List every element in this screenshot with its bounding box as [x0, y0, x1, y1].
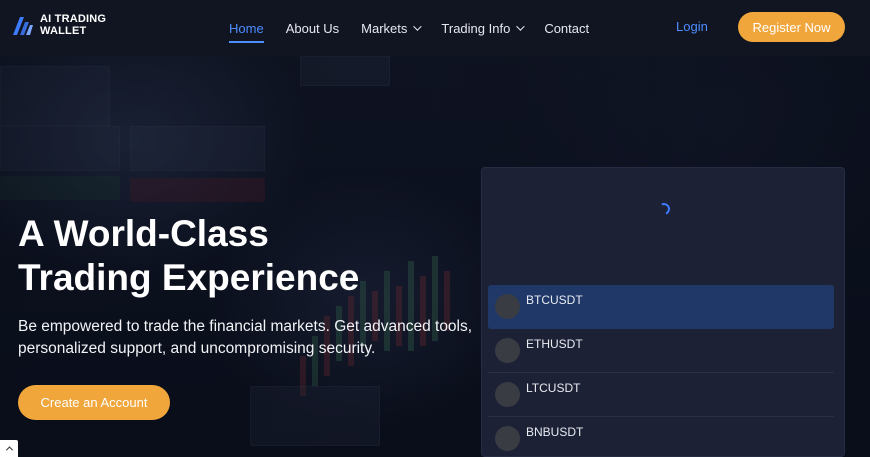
main-nav: Home About Us Markets Trading Info Conta… — [229, 0, 611, 56]
chevron-down-icon — [516, 22, 525, 31]
ticker-row[interactable]: BTCUSDT — [488, 285, 834, 329]
chevron-up-icon — [5, 446, 13, 454]
ticker-symbol: BNBUSDT — [526, 425, 584, 439]
logo-mark-icon — [12, 14, 34, 36]
coin-avatar — [495, 426, 520, 451]
nav-trading-info-label: Trading Info — [441, 20, 511, 36]
hero-subtitle: Be empowered to trade the financial mark… — [18, 318, 473, 357]
brand-name: AI TRADING WALLET — [40, 13, 106, 37]
chevron-down-icon — [413, 22, 423, 31]
coin-avatar — [495, 294, 520, 319]
ticker-row[interactable]: LTCUSDT — [488, 373, 834, 417]
ticker-list: BTCUSDT ETHUSDT LTCUSDT BNBUSDT — [488, 285, 840, 457]
ticker-row[interactable]: ETHUSDT — [488, 329, 834, 373]
ticker-symbol: BTCUSDT — [526, 293, 583, 307]
login-link[interactable]: Login — [676, 19, 708, 34]
nav-trading-info[interactable]: Trading Info — [441, 0, 525, 56]
coin-avatar — [495, 382, 520, 407]
market-widget: BTCUSDT ETHUSDT LTCUSDT BNBUSDT — [481, 167, 845, 457]
hero-title-line2: Trading Experience — [18, 257, 360, 298]
navbar: AI TRADING WALLET Home About Us Markets … — [0, 0, 870, 56]
register-button[interactable]: Register Now — [738, 12, 845, 42]
hero-title-line1: A World-Class — [18, 213, 269, 254]
ticker-row[interactable]: BNBUSDT — [488, 417, 834, 457]
nav-contact[interactable]: Contact — [544, 0, 589, 56]
coin-avatar — [495, 338, 520, 363]
hero-title: A World-Class Trading Experience — [18, 212, 438, 300]
nav-markets[interactable]: Markets — [361, 0, 423, 56]
brand-logo[interactable]: AI TRADING WALLET — [12, 13, 106, 37]
nav-home[interactable]: Home — [229, 0, 264, 56]
nav-about-us[interactable]: About Us — [286, 0, 339, 56]
ticker-symbol: LTCUSDT — [526, 381, 581, 395]
scroll-top-button[interactable] — [0, 440, 18, 457]
brand-name-line2: WALLET — [40, 25, 87, 37]
loading-spinner-icon — [656, 201, 672, 217]
nav-markets-label: Markets — [361, 20, 408, 36]
ticker-symbol: ETHUSDT — [526, 337, 583, 351]
brand-name-line1: AI TRADING — [40, 13, 107, 25]
create-account-button[interactable]: Create an Account — [18, 385, 170, 420]
